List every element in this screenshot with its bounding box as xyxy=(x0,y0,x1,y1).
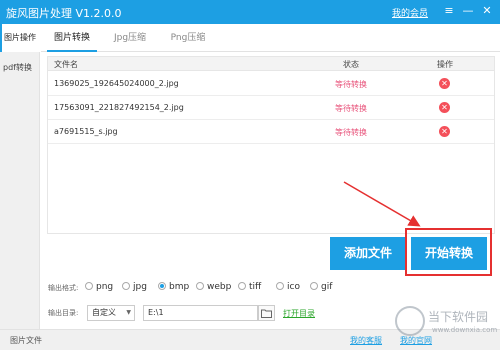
watermark-url: www.downxia.com xyxy=(432,326,498,334)
radio-icon[interactable] xyxy=(310,282,318,290)
customer-service-link[interactable]: 我的客服 xyxy=(350,335,382,346)
radio-icon[interactable] xyxy=(85,282,93,290)
format-radio-webp[interactable]: webp xyxy=(196,282,231,292)
watermark: 当下软件园 www.downxia.com xyxy=(395,306,500,346)
watermark-logo-icon xyxy=(395,306,425,336)
format-radio-png[interactable]: png xyxy=(85,282,113,292)
folder-icon[interactable] xyxy=(258,305,275,321)
status-text: 图片文件 xyxy=(10,336,42,345)
format-option-label: jpg xyxy=(133,282,147,292)
format-option-label: webp xyxy=(207,282,232,292)
radio-icon[interactable] xyxy=(158,282,166,290)
format-radio-tiff[interactable]: tiff xyxy=(238,282,261,292)
radio-icon[interactable] xyxy=(122,282,130,290)
output-format-row: 输出格式: png jpg bmp webp tiff ico gif xyxy=(45,280,495,296)
dir-mode-value: 自定义 xyxy=(92,308,116,317)
format-radio-jpg[interactable]: jpg xyxy=(122,282,147,292)
format-option-label: bmp xyxy=(169,282,190,292)
output-format-label: 输出格式: xyxy=(48,284,79,292)
format-radio-gif[interactable]: gif xyxy=(310,282,332,292)
radio-icon[interactable] xyxy=(196,282,204,290)
format-option-label: png xyxy=(96,282,114,292)
annotation-arrow xyxy=(343,181,421,227)
radio-icon[interactable] xyxy=(238,282,246,290)
open-dir-link[interactable]: 打开目录 xyxy=(283,308,315,319)
watermark-text: 当下软件园 xyxy=(428,310,489,324)
chevron-down-icon: ▼ xyxy=(126,309,131,316)
format-option-label: ico xyxy=(287,282,300,292)
highlight-box xyxy=(405,228,492,276)
output-path-field[interactable]: E:\1 xyxy=(143,305,258,321)
format-option-label: gif xyxy=(321,282,333,292)
format-option-label: tiff xyxy=(249,282,262,292)
format-radio-bmp[interactable]: bmp xyxy=(158,282,189,292)
radio-icon[interactable] xyxy=(276,282,284,290)
dir-mode-select[interactable]: 自定义 ▼ xyxy=(87,305,135,321)
format-radio-ico[interactable]: ico xyxy=(276,282,300,292)
add-file-button[interactable]: 添加文件 xyxy=(330,237,406,270)
output-dir-label: 输出目录: xyxy=(48,309,79,317)
